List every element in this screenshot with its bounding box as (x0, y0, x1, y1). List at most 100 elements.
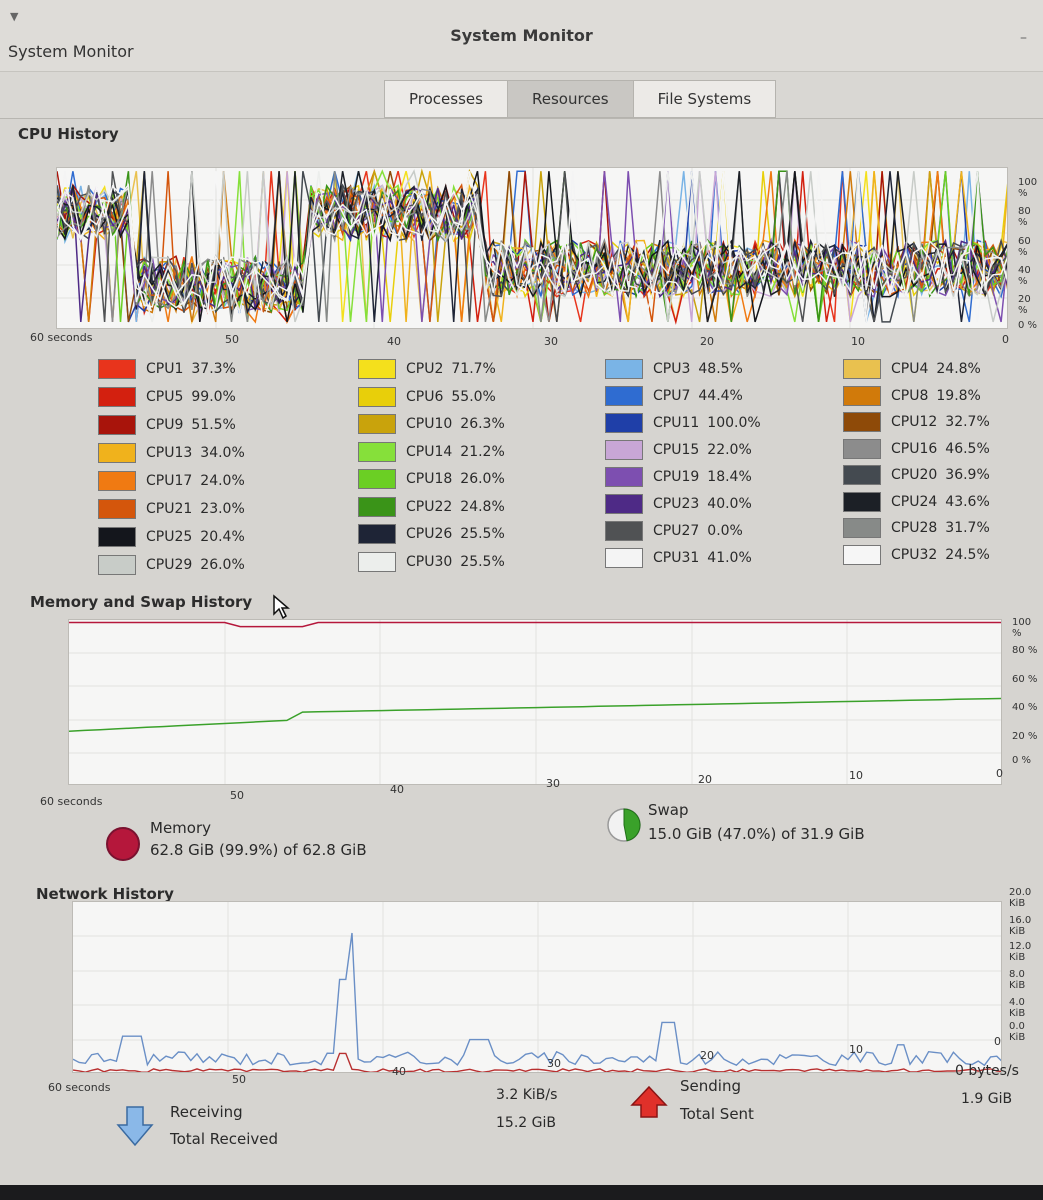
cpu-legend-item[interactable]: CPU20 36.9% (843, 465, 990, 485)
cpu-color-swatch[interactable] (358, 496, 396, 517)
cpu-color-swatch[interactable] (605, 467, 643, 487)
cpu-legend-item[interactable]: CPU21 23.0% (98, 499, 245, 519)
cpu-color-swatch[interactable] (358, 386, 396, 407)
cpu-legend-item[interactable]: CPU14 21.2% (358, 441, 505, 462)
cpu-color-swatch[interactable] (605, 521, 643, 541)
cpu-color-swatch[interactable] (605, 548, 643, 568)
cpu-label: CPU11 (653, 415, 700, 431)
cpu-legend-item[interactable]: CPU4 24.8% (843, 359, 981, 379)
mouse-cursor-icon (273, 594, 290, 620)
cpu-legend-item[interactable]: CPU16 46.5% (843, 438, 990, 459)
cpu-color-swatch[interactable] (358, 469, 396, 489)
cpu-color-swatch[interactable] (358, 551, 396, 572)
cpu-label: CPU31 (653, 550, 700, 566)
cpu-legend-item[interactable]: CPU22 24.8% (358, 496, 505, 517)
cpu-color-swatch[interactable] (98, 499, 136, 519)
cpu-color-swatch[interactable] (605, 386, 643, 406)
network-y-tick: 12.0 KiB (1009, 941, 1032, 963)
cpu-color-swatch[interactable] (843, 544, 881, 565)
cpu-legend-item[interactable]: CPU11 100.0% (605, 413, 761, 433)
cpu-color-swatch[interactable] (605, 494, 643, 514)
cpu-color-swatch[interactable] (843, 385, 881, 406)
cpu-color-swatch[interactable] (98, 359, 136, 379)
cpu-label: CPU8 (891, 387, 929, 404)
cpu-color-swatch[interactable] (358, 414, 396, 434)
memory-history-graph (68, 619, 1002, 785)
cpu-legend-item[interactable]: CPU1 37.3% (98, 359, 236, 379)
receiving-rate: 3.2 KiB/s (496, 1087, 558, 1103)
cpu-color-swatch[interactable] (605, 440, 643, 460)
cpu-color-swatch[interactable] (843, 359, 881, 379)
cpu-legend-item[interactable]: CPU13 34.0% (98, 443, 245, 463)
cpu-value: 18.4% (707, 469, 752, 485)
cpu-color-swatch[interactable] (843, 412, 881, 432)
network-x-tick: 30 (547, 1057, 561, 1070)
cpu-legend-item[interactable]: CPU31 41.0% (605, 548, 752, 568)
cpu-legend-item[interactable]: CPU15 22.0% (605, 440, 752, 460)
cpu-color-swatch[interactable] (843, 491, 881, 512)
cpu-color-swatch[interactable] (605, 359, 643, 379)
cpu-legend-item[interactable]: CPU10 26.3% (358, 414, 505, 434)
cpu-legend-item[interactable]: CPU26 25.5% (358, 524, 505, 544)
tab-processes[interactable]: Processes (384, 80, 508, 118)
cpu-legend-item[interactable]: CPU6 55.0% (358, 386, 496, 407)
cpu-legend-item[interactable]: CPU30 25.5% (358, 551, 505, 572)
cpu-legend-item[interactable]: CPU5 99.0% (98, 387, 236, 407)
cpu-value: 31.7% (945, 520, 990, 536)
cpu-color-swatch[interactable] (98, 471, 136, 491)
cpu-color-swatch[interactable] (98, 555, 136, 575)
cpu-legend-item[interactable]: CPU25 20.4% (98, 527, 245, 547)
cpu-y-tick: 20 % (1018, 294, 1031, 316)
cpu-color-swatch[interactable] (843, 465, 881, 485)
cpu-value: 24.8% (460, 498, 505, 515)
tab-file-systems[interactable]: File Systems (632, 80, 777, 118)
cpu-label: CPU21 (146, 501, 193, 517)
cpu-x-tick: 0 (1002, 333, 1009, 346)
cpu-color-swatch[interactable] (358, 359, 396, 379)
memory-x-tick: 20 (698, 773, 712, 786)
cpu-color-swatch[interactable] (98, 443, 136, 463)
resources-panel: CPU History Memory and Swap History Memo… (0, 118, 1043, 1185)
cpu-color-swatch[interactable] (98, 387, 136, 407)
tab-resources[interactable]: Resources (507, 80, 634, 118)
cpu-legend-item[interactable]: CPU3 48.5% (605, 359, 743, 379)
total-sent-value: 1.9 GiB (961, 1091, 1013, 1107)
cpu-value: 41.0% (707, 550, 752, 566)
cpu-history-chart (57, 168, 1007, 328)
network-x-tick: 40 (392, 1065, 406, 1078)
cpu-legend-item[interactable]: CPU8 19.8% (843, 385, 981, 406)
cpu-color-swatch[interactable] (358, 441, 396, 462)
cpu-legend-item[interactable]: CPU9 51.5% (98, 415, 236, 435)
cpu-legend-item[interactable]: CPU23 40.0% (605, 494, 752, 514)
cpu-legend-item[interactable]: CPU24 43.6% (843, 491, 990, 512)
swap-pie-icon (607, 808, 641, 842)
cpu-color-swatch[interactable] (843, 518, 881, 538)
cpu-label: CPU19 (653, 469, 700, 485)
cpu-value: 26.3% (460, 416, 505, 432)
cpu-color-swatch[interactable] (98, 527, 136, 547)
cpu-color-swatch[interactable] (843, 438, 881, 459)
cpu-legend-item[interactable]: CPU32 24.5% (843, 544, 990, 565)
cpu-legend-item[interactable]: CPU17 24.0% (98, 471, 245, 491)
swap-value: 15.0 GiB (47.0%) of 31.9 GiB (648, 825, 865, 843)
cpu-color-swatch[interactable] (98, 415, 136, 435)
cpu-label: CPU25 (146, 529, 193, 545)
cpu-y-tick: 0 % (1018, 320, 1038, 331)
cpu-legend-item[interactable]: CPU28 31.7% (843, 518, 990, 538)
cpu-label: CPU22 (406, 498, 453, 515)
cpu-legend-item[interactable]: CPU29 26.0% (98, 555, 245, 575)
cpu-legend-item[interactable]: CPU18 26.0% (358, 469, 505, 489)
window-menu-icon[interactable]: ▼ (10, 10, 18, 23)
cpu-legend-item[interactable]: CPU19 18.4% (605, 467, 752, 487)
cpu-legend-item[interactable]: CPU12 32.7% (843, 412, 990, 432)
cpu-legend-item[interactable]: CPU2 71.7% (358, 359, 496, 379)
cpu-color-swatch[interactable] (605, 413, 643, 433)
memory-history-chart (69, 620, 1001, 784)
cpu-legend-item[interactable]: CPU7 44.4% (605, 386, 743, 406)
total-sent-label: Total Sent (680, 1105, 754, 1123)
cpu-color-swatch[interactable] (358, 524, 396, 544)
minimize-icon[interactable]: – (1020, 30, 1027, 46)
network-y-tick: 4.0 KiB (1009, 997, 1026, 1019)
memory-x-tick: 10 (849, 769, 863, 782)
cpu-legend-item[interactable]: CPU27 0.0% (605, 521, 743, 541)
